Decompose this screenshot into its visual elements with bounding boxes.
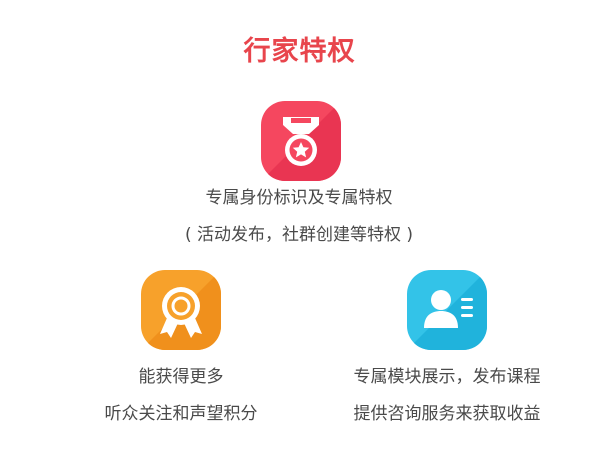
feature-income-line-2: 提供咨询服务来获取收益: [353, 404, 541, 424]
feature-identity-line-1: 专属身份标识及专属特权: [205, 188, 393, 208]
page-title: 行家特权: [243, 36, 356, 67]
feature-followers-line-2: 听众关注和声望积分: [104, 404, 258, 424]
profile-card-icon: [407, 270, 487, 350]
feature-followers-line-1: 能获得更多: [138, 367, 224, 387]
feature-income-line-1: 专属模块展示，发布课程: [353, 367, 541, 387]
award-ribbon-icon: [141, 270, 221, 350]
feature-identity-line-2: ( 活动发布，社群创建等特权 ): [184, 225, 414, 245]
medal-star-icon: [261, 101, 341, 181]
